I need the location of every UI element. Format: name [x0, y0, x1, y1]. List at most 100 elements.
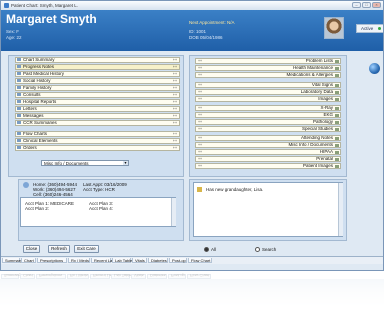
notes-icon [17, 65, 21, 68]
window-title: Patient Chart: Smyth, Margaret L. [11, 3, 79, 8]
all-radio[interactable]: All [204, 247, 216, 253]
left-nav-item[interactable]: Social History ++ [15, 78, 180, 84]
left-nav-item[interactable]: Orders ++ [15, 145, 180, 151]
misc-documents-select[interactable]: Misc Info / Documents ▼ [41, 160, 129, 166]
right-nav-item[interactable]: ++ Health Maintenance [195, 65, 341, 71]
left-nav-item[interactable]: Letters ++ [15, 106, 180, 112]
radio-selected-icon [204, 247, 209, 253]
patient-id: ID: 1001 [189, 29, 207, 34]
family-icon [17, 86, 21, 89]
hipaa-icon [335, 150, 339, 154]
chart-tab[interactable]: Post-op [169, 258, 187, 263]
chevron-down-icon: ▼ [123, 161, 128, 165]
left-nav-item[interactable]: Family History ++ [15, 85, 180, 91]
xray-icon [335, 106, 339, 110]
right-nav-item[interactable]: ++ Patient Images [195, 163, 341, 169]
right-nav-item[interactable]: ++ Special Studies [195, 126, 341, 132]
app-icon [4, 3, 9, 8]
chart-tab-bar: Summary Chart Prescriptions Rx / Meds Recent… [1, 256, 383, 264]
account-plans-scrollbar[interactable] [171, 198, 176, 226]
pathology-icon [335, 120, 339, 124]
maximize-button[interactable]: □ [362, 2, 371, 8]
vitals-icon [335, 83, 339, 87]
right-nav-item[interactable]: ++ Prenatal [195, 156, 341, 162]
chart-tab[interactable]: Summary [2, 258, 22, 263]
patient-photo [324, 17, 344, 39]
patient-dob: DOB 05/04/1986 [189, 35, 223, 40]
maintenance-icon [335, 66, 339, 70]
patient-age: Age: 22 [6, 35, 22, 40]
chart-tab[interactable]: Lab Tables [112, 258, 134, 263]
left-nav-item[interactable]: Chart Summary ++ [15, 57, 180, 63]
left-nav-item[interactable]: Progress Notes ++ [15, 64, 180, 70]
flowchart-icon [17, 132, 21, 135]
left-nav-item[interactable]: CCR Summaries ++ [15, 120, 180, 126]
right-nav-item[interactable]: ++ Images [195, 96, 341, 102]
social-icon [17, 79, 21, 82]
refresh-button[interactable]: Refresh [48, 245, 70, 253]
exit-care-button[interactable]: Exit Care [74, 245, 99, 253]
patient-note-text: Has new grandaughter, Lisa. [206, 187, 264, 192]
problems-icon [335, 59, 339, 63]
phone-icon [23, 182, 29, 188]
chart-tab[interactable]: Diabetes [148, 258, 168, 263]
left-nav-item[interactable]: Past Medical History ++ [15, 71, 180, 77]
misc-icon [335, 143, 339, 147]
consults-icon [17, 93, 21, 96]
notes-scrollbar[interactable] [338, 183, 343, 236]
ccr-icon [17, 121, 21, 124]
left-nav-item[interactable]: Clinical Elements ++ [15, 138, 180, 144]
right-nav-item[interactable]: ++ Vital Signs [195, 82, 341, 88]
left-nav-item[interactable]: Flow Charts ++ [15, 131, 180, 137]
radio-unselected-icon [255, 247, 260, 253]
next-appointment: Next Appointment: N/A [189, 20, 235, 25]
right-nav-item[interactable]: ++ X-Ray [195, 105, 341, 111]
close-window-button[interactable]: × [372, 2, 381, 8]
account-plans-box: Acct Plan 1: MEDICARE Acct Plan 2: Acct … [20, 197, 176, 227]
account-plan-2: Acct Plan 2: [25, 206, 50, 211]
medications-icon [335, 73, 339, 77]
summary-icon [17, 58, 21, 61]
chart-tab[interactable]: Rx / Meds [68, 258, 90, 263]
prenatal-icon [335, 157, 339, 161]
window-reflection: SummaryChartPrescriptionsRx / MedsRecent… [0, 273, 384, 314]
patient-name: Margaret Smyth [6, 12, 97, 26]
left-nav-item[interactable]: Hospital Reports ++ [15, 99, 180, 105]
hospital-icon [17, 100, 21, 103]
chart-tab[interactable]: Prescriptions [37, 258, 67, 263]
chart-tab[interactable]: Recent Lab [91, 258, 114, 263]
images-icon [335, 97, 339, 101]
note-icon [197, 187, 202, 192]
messages-icon [17, 114, 21, 117]
chart-tab[interactable]: Flow Chart [188, 258, 212, 263]
status-indicator-icon [378, 27, 382, 30]
globe-icon[interactable] [369, 63, 380, 74]
right-nav-item[interactable]: ++ Misc Info / Documents [195, 142, 341, 148]
studies-icon [335, 127, 339, 131]
search-radio[interactable]: Search [255, 247, 276, 253]
right-nav-item[interactable]: ++ HIPAA [195, 149, 341, 155]
right-nav-item[interactable]: ++ EKG [195, 112, 341, 118]
status-badge: Active [356, 24, 383, 33]
patient-notes-box[interactable]: Has new grandaughter, Lisa. [193, 182, 343, 237]
letters-icon [17, 107, 21, 110]
close-button[interactable]: Close [23, 245, 40, 253]
orders-icon [17, 146, 21, 149]
left-nav-item[interactable]: Messages ++ [15, 113, 180, 119]
minimize-button[interactable]: – [352, 2, 361, 8]
ekg-icon [335, 113, 339, 117]
left-nav-item[interactable]: Consults ++ [15, 92, 180, 98]
right-nav-item[interactable]: ++ Pathology [195, 119, 341, 125]
right-nav-item[interactable]: ++ Laboratory Data [195, 89, 341, 95]
chart-tab[interactable]: Chart [21, 258, 36, 263]
account-plan-4: Acct Plan 4: [89, 206, 114, 211]
reflection-fade [0, 273, 384, 314]
patient-images-icon [335, 164, 339, 168]
attending-icon [335, 136, 339, 140]
patient-sex: Sex: F [6, 29, 20, 34]
chart-tab[interactable]: Vitals [132, 258, 147, 263]
right-nav-item[interactable]: ++ Attending Notes [195, 135, 341, 141]
right-nav-item[interactable]: ++ Medications & Allergies [195, 72, 341, 78]
history-icon [17, 72, 21, 75]
right-nav-item[interactable]: ++ Problem Lists [195, 58, 341, 64]
